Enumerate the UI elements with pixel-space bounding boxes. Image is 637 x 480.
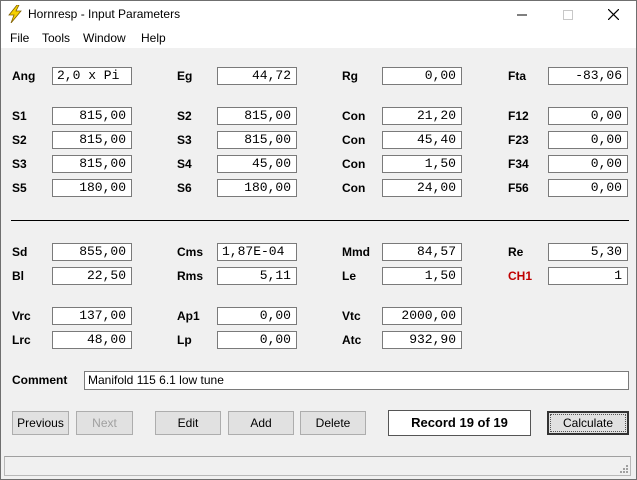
label-ang: Ang bbox=[12, 69, 36, 83]
field-mmd[interactable]: 84,57 bbox=[382, 243, 462, 261]
field-vtc[interactable]: 2000,00 bbox=[382, 307, 462, 325]
maximize-icon bbox=[563, 9, 573, 20]
title-bar[interactable]: Hornresp - Input Parameters bbox=[1, 1, 636, 29]
lightning-bolt-icon bbox=[8, 5, 22, 23]
label-s3: S3 bbox=[12, 157, 27, 171]
next-button[interactable]: Next bbox=[76, 411, 133, 435]
label-f12: F12 bbox=[508, 109, 529, 123]
field-f12[interactable]: 0,00 bbox=[548, 107, 628, 125]
calculate-button-label: Calculate bbox=[550, 414, 626, 432]
label-le: Le bbox=[342, 269, 357, 283]
label-s1: S1 bbox=[12, 109, 27, 123]
field-f23[interactable]: 0,00 bbox=[548, 131, 628, 149]
label-bl: Bl bbox=[12, 269, 24, 283]
label-f34: F34 bbox=[508, 157, 529, 171]
comment-field[interactable]: Manifold 115 6.1 low tune bbox=[84, 371, 629, 390]
label-con3: Con bbox=[342, 157, 366, 171]
menu-bar: File Tools Window Help bbox=[1, 29, 636, 48]
label-s2-col2: S2 bbox=[177, 109, 192, 123]
label-ch1[interactable]: CH1 bbox=[508, 269, 532, 283]
window-title: Hornresp - Input Parameters bbox=[28, 7, 181, 21]
label-lrc: Lrc bbox=[12, 333, 31, 347]
field-le[interactable]: 1,50 bbox=[382, 267, 462, 285]
field-bl[interactable]: 22,50 bbox=[52, 267, 132, 285]
maximize-button[interactable] bbox=[545, 1, 591, 29]
label-vrc: Vrc bbox=[12, 309, 31, 323]
menu-tools[interactable]: Tools bbox=[42, 31, 70, 45]
field-rg[interactable]: 0,00 bbox=[382, 67, 462, 85]
field-s5[interactable]: 180,00 bbox=[52, 179, 132, 197]
field-s2-col2[interactable]: 815,00 bbox=[217, 107, 297, 125]
field-s1[interactable]: 815,00 bbox=[52, 107, 132, 125]
status-bar bbox=[4, 456, 631, 476]
field-vrc[interactable]: 137,00 bbox=[52, 307, 132, 325]
field-con2[interactable]: 45,40 bbox=[382, 131, 462, 149]
label-cms: Cms bbox=[177, 245, 204, 259]
field-s3[interactable]: 815,00 bbox=[52, 155, 132, 173]
label-ap1: Ap1 bbox=[177, 309, 200, 323]
label-con2: Con bbox=[342, 133, 366, 147]
field-re[interactable]: 5,30 bbox=[548, 243, 628, 261]
label-s4: S4 bbox=[177, 157, 192, 171]
field-atc[interactable]: 932,90 bbox=[382, 331, 462, 349]
field-ch1[interactable]: 1 bbox=[548, 267, 628, 285]
delete-button[interactable]: Delete bbox=[300, 411, 366, 435]
field-sd[interactable]: 855,00 bbox=[52, 243, 132, 261]
previous-button[interactable]: Previous bbox=[12, 411, 69, 435]
label-con4: Con bbox=[342, 181, 366, 195]
label-fta: Fta bbox=[508, 69, 526, 83]
field-ap1[interactable]: 0,00 bbox=[217, 307, 297, 325]
field-lp[interactable]: 0,00 bbox=[217, 331, 297, 349]
add-button[interactable]: Add bbox=[228, 411, 294, 435]
close-icon bbox=[607, 8, 619, 21]
menu-window[interactable]: Window bbox=[83, 31, 126, 45]
field-eg[interactable]: 44,72 bbox=[217, 67, 297, 85]
hornresp-window: Hornresp - Input Parameters File Tools W… bbox=[0, 0, 637, 480]
resize-grip-icon[interactable] bbox=[618, 463, 628, 473]
field-rms[interactable]: 5,11 bbox=[217, 267, 297, 285]
field-f34[interactable]: 0,00 bbox=[548, 155, 628, 173]
field-con4[interactable]: 24,00 bbox=[382, 179, 462, 197]
close-button[interactable] bbox=[590, 1, 636, 29]
field-cms[interactable]: 1,87E-04 bbox=[217, 243, 297, 261]
calculate-button[interactable]: Calculate bbox=[547, 411, 629, 435]
label-rms: Rms bbox=[177, 269, 204, 283]
label-sd: Sd bbox=[12, 245, 28, 259]
field-fta[interactable]: -83,06 bbox=[548, 67, 628, 85]
field-con1[interactable]: 21,20 bbox=[382, 107, 462, 125]
label-f56: F56 bbox=[508, 181, 529, 195]
label-mmd: Mmd bbox=[342, 245, 370, 259]
label-s3-col2: S3 bbox=[177, 133, 192, 147]
label-vtc: Vtc bbox=[342, 309, 361, 323]
record-indicator: Record 19 of 19 bbox=[388, 410, 531, 436]
label-con1: Con bbox=[342, 109, 366, 123]
label-atc: Atc bbox=[342, 333, 362, 347]
label-eg: Eg bbox=[177, 69, 193, 83]
field-s4[interactable]: 45,00 bbox=[217, 155, 297, 173]
field-s3-col2[interactable]: 815,00 bbox=[217, 131, 297, 149]
label-rg: Rg bbox=[342, 69, 358, 83]
menu-help[interactable]: Help bbox=[141, 31, 166, 45]
menu-file[interactable]: File bbox=[10, 31, 29, 45]
field-con3[interactable]: 1,50 bbox=[382, 155, 462, 173]
minimize-icon bbox=[517, 14, 527, 16]
minimize-button[interactable] bbox=[499, 1, 545, 29]
label-lp: Lp bbox=[177, 333, 192, 347]
section-divider bbox=[11, 220, 629, 221]
label-s6: S6 bbox=[177, 181, 192, 195]
label-s5: S5 bbox=[12, 181, 27, 195]
field-s6[interactable]: 180,00 bbox=[217, 179, 297, 197]
label-f23: F23 bbox=[508, 133, 529, 147]
field-lrc[interactable]: 48,00 bbox=[52, 331, 132, 349]
edit-button[interactable]: Edit bbox=[155, 411, 221, 435]
field-s2[interactable]: 815,00 bbox=[52, 131, 132, 149]
label-re: Re bbox=[508, 245, 524, 259]
label-comment: Comment bbox=[12, 373, 68, 387]
field-f56[interactable]: 0,00 bbox=[548, 179, 628, 197]
field-ang[interactable]: 2,0 x Pi bbox=[52, 67, 132, 85]
label-s2: S2 bbox=[12, 133, 27, 147]
